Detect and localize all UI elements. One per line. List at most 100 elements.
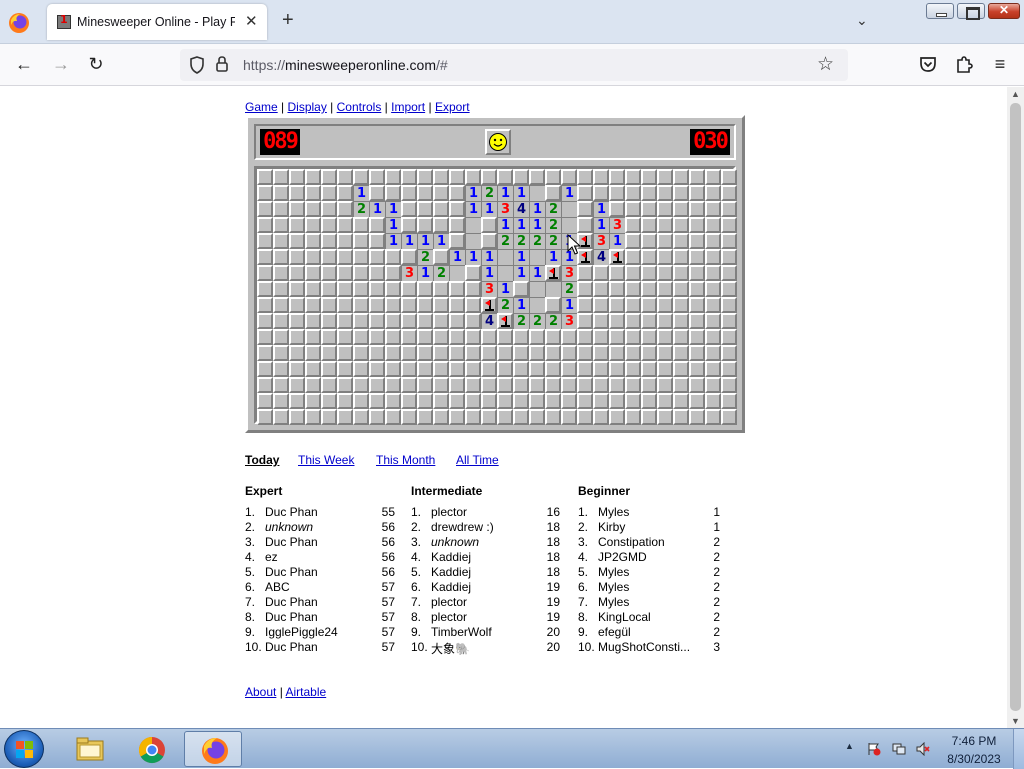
covered-cell[interactable]: [449, 377, 465, 393]
covered-cell[interactable]: [657, 297, 673, 313]
covered-cell[interactable]: [337, 393, 353, 409]
number-cell[interactable]: 1: [593, 217, 609, 233]
covered-cell[interactable]: [481, 329, 497, 345]
covered-cell[interactable]: [689, 409, 705, 425]
covered-cell[interactable]: [305, 185, 321, 201]
covered-cell[interactable]: [369, 265, 385, 281]
covered-cell[interactable]: [673, 409, 689, 425]
covered-cell[interactable]: [529, 329, 545, 345]
tab-this-month[interactable]: This Month: [376, 453, 435, 467]
covered-cell[interactable]: [641, 217, 657, 233]
covered-cell[interactable]: [481, 169, 497, 185]
covered-cell[interactable]: [353, 393, 369, 409]
covered-cell[interactable]: [385, 329, 401, 345]
covered-cell[interactable]: [433, 281, 449, 297]
number-cell[interactable]: 1: [497, 217, 513, 233]
list-all-tabs-icon[interactable]: ⌄: [856, 12, 868, 29]
covered-cell[interactable]: [705, 329, 721, 345]
revealed-empty-cell[interactable]: [529, 185, 545, 201]
covered-cell[interactable]: [593, 281, 609, 297]
covered-cell[interactable]: [673, 313, 689, 329]
number-cell[interactable]: 1: [369, 201, 385, 217]
covered-cell[interactable]: [641, 265, 657, 281]
covered-cell[interactable]: [673, 345, 689, 361]
menu-export-link[interactable]: Export: [435, 100, 470, 114]
covered-cell[interactable]: [641, 185, 657, 201]
covered-cell[interactable]: [721, 233, 737, 249]
number-cell[interactable]: 1: [353, 185, 369, 201]
covered-cell[interactable]: [433, 297, 449, 313]
covered-cell[interactable]: [657, 233, 673, 249]
revealed-empty-cell[interactable]: [465, 233, 481, 249]
covered-cell[interactable]: [657, 217, 673, 233]
covered-cell[interactable]: [465, 361, 481, 377]
covered-cell[interactable]: [273, 281, 289, 297]
covered-cell[interactable]: [385, 249, 401, 265]
covered-cell[interactable]: [513, 393, 529, 409]
covered-cell[interactable]: [625, 329, 641, 345]
covered-cell[interactable]: [465, 281, 481, 297]
taskbar-explorer-button[interactable]: [60, 731, 118, 767]
covered-cell[interactable]: [257, 281, 273, 297]
covered-cell[interactable]: [257, 169, 273, 185]
covered-cell[interactable]: [577, 361, 593, 377]
covered-cell[interactable]: [641, 297, 657, 313]
covered-cell[interactable]: [721, 393, 737, 409]
covered-cell[interactable]: [417, 297, 433, 313]
number-cell[interactable]: 3: [593, 233, 609, 249]
covered-cell[interactable]: [705, 201, 721, 217]
number-cell[interactable]: 1: [401, 233, 417, 249]
covered-cell[interactable]: [321, 169, 337, 185]
covered-cell[interactable]: [641, 393, 657, 409]
covered-cell[interactable]: [337, 217, 353, 233]
covered-cell[interactable]: [465, 169, 481, 185]
covered-cell[interactable]: [641, 233, 657, 249]
covered-cell[interactable]: [545, 361, 561, 377]
covered-cell[interactable]: [625, 217, 641, 233]
covered-cell[interactable]: [353, 265, 369, 281]
browser-tab[interactable]: Minesweeper Online - Play Free ✕: [47, 4, 267, 40]
covered-cell[interactable]: [417, 329, 433, 345]
covered-cell[interactable]: [593, 409, 609, 425]
tab-this-week[interactable]: This Week: [298, 453, 354, 467]
covered-cell[interactable]: [353, 297, 369, 313]
number-cell[interactable]: 3: [401, 265, 417, 281]
covered-cell[interactable]: [465, 377, 481, 393]
covered-cell[interactable]: [289, 249, 305, 265]
covered-cell[interactable]: [641, 377, 657, 393]
number-cell[interactable]: 1: [417, 233, 433, 249]
covered-cell[interactable]: [513, 329, 529, 345]
covered-cell[interactable]: [449, 217, 465, 233]
covered-cell[interactable]: [577, 217, 593, 233]
network-icon[interactable]: [892, 742, 906, 756]
firefox-icon[interactable]: [8, 12, 30, 34]
covered-cell[interactable]: [577, 313, 593, 329]
covered-cell[interactable]: [337, 361, 353, 377]
covered-cell[interactable]: [657, 185, 673, 201]
number-cell[interactable]: 1: [529, 201, 545, 217]
url-text[interactable]: https://minesweeperonline.com/#: [243, 57, 448, 73]
revealed-empty-cell[interactable]: [465, 217, 481, 233]
covered-cell[interactable]: [369, 361, 385, 377]
tab-all-time[interactable]: All Time: [456, 453, 499, 467]
covered-cell[interactable]: [705, 265, 721, 281]
close-window-button[interactable]: [988, 3, 1020, 19]
covered-cell[interactable]: [449, 297, 465, 313]
covered-cell[interactable]: [593, 265, 609, 281]
scrollbar-thumb[interactable]: [1010, 103, 1021, 711]
covered-cell[interactable]: [673, 393, 689, 409]
covered-cell[interactable]: [289, 217, 305, 233]
covered-cell[interactable]: [657, 281, 673, 297]
menu-game-link[interactable]: Game: [245, 100, 278, 114]
covered-cell[interactable]: [273, 409, 289, 425]
covered-cell[interactable]: [497, 377, 513, 393]
covered-cell[interactable]: [609, 297, 625, 313]
flagged-cell[interactable]: [481, 297, 497, 313]
covered-cell[interactable]: [273, 297, 289, 313]
covered-cell[interactable]: [385, 313, 401, 329]
covered-cell[interactable]: [369, 409, 385, 425]
covered-cell[interactable]: [385, 361, 401, 377]
number-cell[interactable]: 3: [561, 313, 577, 329]
covered-cell[interactable]: [337, 281, 353, 297]
covered-cell[interactable]: [417, 409, 433, 425]
